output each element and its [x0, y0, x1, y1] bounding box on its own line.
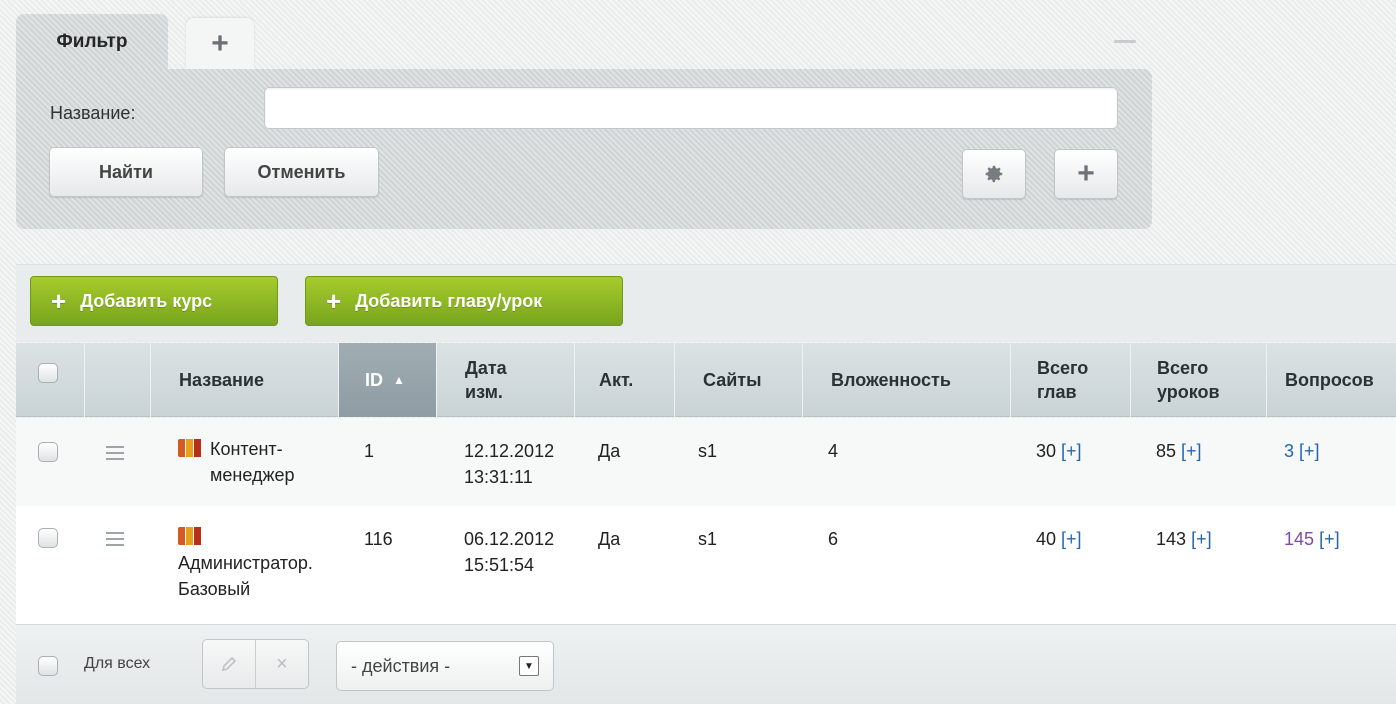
add-chapter-lesson-button[interactable]: + Добавить главу/урок [305, 276, 623, 326]
course-name-line2: менеджер [210, 465, 295, 485]
id-cell: 1 [364, 441, 375, 461]
column-header-questions[interactable]: Вопросов [1266, 343, 1396, 417]
column-header-depth[interactable]: Вложенность [802, 343, 1010, 417]
date-line1: 06.12.2012 [464, 529, 555, 549]
date-line1: 12.12.2012 [464, 441, 555, 461]
add-question-link[interactable]: [+] [1299, 441, 1320, 461]
row-menu-icon[interactable] [106, 446, 124, 460]
active-cell: Да [598, 441, 621, 461]
course-books-icon [178, 527, 204, 545]
course-books-icon [178, 439, 204, 457]
header-checkbox-cell [16, 343, 84, 417]
select-all-checkbox[interactable] [38, 363, 58, 383]
course-name-line1: Контент- [210, 439, 283, 459]
add-filter-tab-button[interactable]: + [186, 18, 254, 70]
cancel-button[interactable]: Отменить [224, 147, 379, 197]
row-checkbox[interactable] [38, 528, 58, 548]
add-chapter-lesson-label: Добавить главу/урок [355, 290, 543, 311]
add-chapter-link[interactable]: [+] [1061, 441, 1082, 461]
questions-count-link[interactable]: 145 [1284, 529, 1314, 549]
column-header-name[interactable]: Название [150, 343, 338, 417]
questions-cell: 3 [+] [1284, 438, 1320, 464]
sites-cell: s1 [698, 529, 718, 549]
course-name-line1: Администратор. [178, 553, 313, 573]
filter-collapse-button[interactable] [1114, 40, 1136, 43]
apply-to-all-checkbox[interactable] [38, 656, 58, 676]
edit-selected-button[interactable] [203, 640, 255, 688]
header-actions-cell [84, 343, 150, 417]
depth-cell: 4 [828, 441, 839, 461]
row-menu-icon[interactable] [106, 532, 124, 546]
filter-panel: Название: Найти Отменить + [16, 69, 1152, 229]
find-button[interactable]: Найти [49, 147, 203, 197]
column-header-active[interactable]: Акт. [574, 343, 674, 417]
column-header-chapters-line1: Всего [1037, 358, 1089, 378]
add-lesson-link[interactable]: [+] [1181, 441, 1202, 461]
questions-count-link[interactable]: 3 [1284, 441, 1294, 461]
add-lesson-link[interactable]: [+] [1191, 529, 1212, 549]
add-course-button[interactable]: + Добавить курс [30, 276, 278, 326]
course-name-line2: Базовый [178, 579, 251, 599]
sort-ascending-icon: ▲ [393, 373, 405, 387]
column-header-date-line1: Дата [465, 358, 507, 378]
depth-cell: 6 [828, 529, 839, 549]
add-question-link[interactable]: [+] [1319, 529, 1340, 549]
name-filter-input[interactable] [264, 87, 1118, 129]
active-cell: Да [598, 529, 621, 549]
sites-cell: s1 [698, 441, 718, 461]
questions-cell: 145 [+] [1284, 526, 1340, 552]
add-course-label: Добавить курс [80, 290, 213, 311]
lessons-cell: 143 [+] [1156, 526, 1212, 552]
id-cell: 116 [364, 529, 393, 549]
lessons-count: 85 [1156, 441, 1177, 461]
table-row: Администратор. Базовый 116 06.12.2012 15… [16, 506, 1396, 624]
tab-filter[interactable]: Фильтр [16, 14, 168, 70]
date-cell: 12.12.2012 13:31:11 [464, 438, 554, 490]
plus-icon: + [51, 286, 67, 316]
chapters-count: 40 [1036, 529, 1057, 549]
filter-settings-button[interactable] [962, 149, 1026, 199]
course-name-cell[interactable]: Администратор. Базовый [178, 524, 313, 602]
row-checkbox[interactable] [38, 442, 58, 462]
group-action-buttons: × [202, 639, 309, 689]
actions-select-value: - действия - [351, 655, 451, 676]
column-header-lessons-line2: уроков [1157, 382, 1220, 402]
lessons-count: 143 [1156, 529, 1187, 549]
chapters-cell: 40 [+] [1036, 526, 1082, 552]
delete-selected-button[interactable]: × [255, 640, 308, 688]
actions-select[interactable]: - действия - ▼ [336, 641, 554, 691]
apply-to-all-label: Для всех [84, 655, 151, 672]
name-filter-label: Название: [50, 103, 136, 123]
gear-icon [985, 165, 1003, 183]
column-header-chapters[interactable]: Всего глав [1010, 343, 1130, 417]
column-header-date-line2: изм. [465, 382, 503, 402]
column-header-date[interactable]: Дата изм. [436, 343, 574, 417]
course-name-cell[interactable]: Контент- менеджер [178, 436, 295, 488]
date-cell: 06.12.2012 15:51:54 [464, 526, 554, 578]
chevron-down-icon: ▼ [519, 656, 539, 676]
date-line2: 13:31:11 [464, 467, 533, 487]
plus-icon: + [326, 286, 342, 316]
add-chapter-link[interactable]: [+] [1061, 529, 1082, 549]
chapters-count: 30 [1036, 441, 1057, 461]
column-header-sites[interactable]: Сайты [674, 343, 802, 417]
column-header-id-label: ID [365, 369, 383, 390]
column-header-id[interactable]: ID ▲ [338, 343, 436, 417]
chapters-cell: 30 [+] [1036, 438, 1082, 464]
table-row: Контент- менеджер 1 12.12.2012 13:31:11 … [16, 418, 1396, 506]
date-line2: 15:51:54 [464, 555, 535, 575]
column-header-chapters-line2: глав [1037, 382, 1077, 402]
add-filter-field-button[interactable]: + [1054, 149, 1118, 199]
lessons-cell: 85 [+] [1156, 438, 1202, 464]
column-header-lessons[interactable]: Всего уроков [1130, 343, 1266, 417]
column-header-lessons-line1: Всего [1157, 358, 1209, 378]
pencil-icon [221, 656, 237, 672]
table-header: Название ID ▲ Дата изм. Акт. Сайты Вложе… [16, 343, 1396, 417]
